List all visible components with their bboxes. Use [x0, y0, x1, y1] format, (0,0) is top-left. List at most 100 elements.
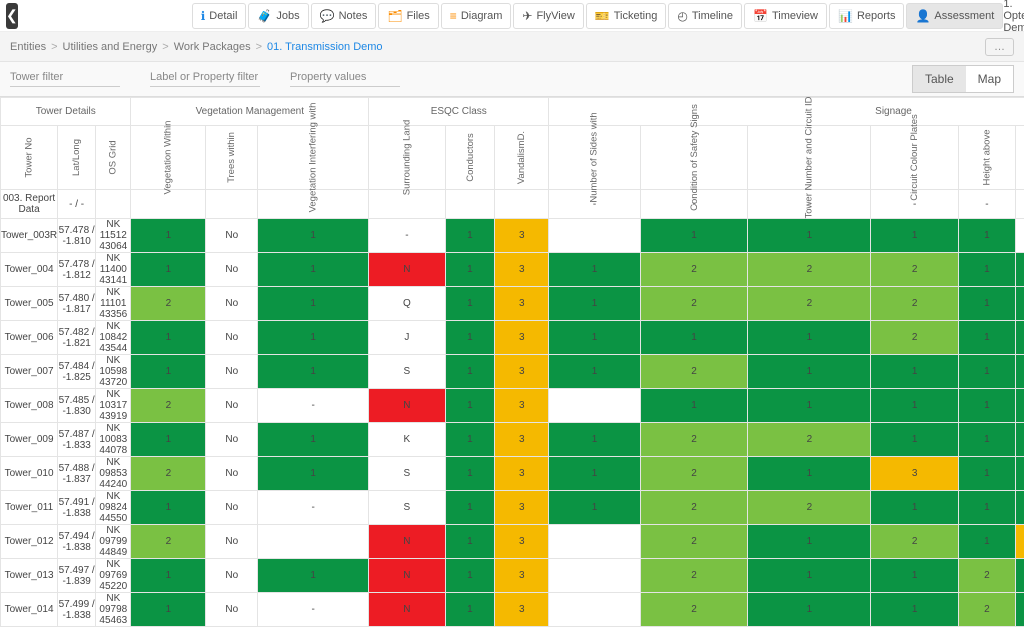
cell[interactable]: S — [369, 457, 446, 491]
cell[interactable]: 1 — [1015, 389, 1024, 423]
cell[interactable]: 1 — [748, 389, 871, 423]
table-row[interactable]: Tower_01457.499 / -1.838NK 09798 454631N… — [1, 593, 1024, 627]
cell[interactable]: 1 — [748, 559, 871, 593]
cell[interactable] — [445, 190, 495, 219]
cell[interactable]: 1 — [871, 219, 959, 253]
tower-no[interactable]: Tower_007 — [1, 355, 58, 389]
values-filter[interactable]: Property values — [290, 71, 400, 87]
cell[interactable]: 2 — [131, 525, 206, 559]
cell[interactable]: 1 — [258, 287, 369, 321]
tab-timeline[interactable]: ◴Timeline — [668, 3, 742, 29]
cell[interactable]: 2 — [640, 355, 748, 389]
cell[interactable]: 3 — [495, 389, 549, 423]
cell[interactable]: 1 — [258, 423, 369, 457]
cell[interactable]: N — [369, 389, 446, 423]
cell[interactable]: 3 — [495, 355, 549, 389]
tower-no[interactable]: Tower_005 — [1, 287, 58, 321]
cell[interactable]: 1 — [1015, 593, 1024, 627]
cell[interactable]: J — [369, 321, 446, 355]
cell[interactable] — [258, 525, 369, 559]
cell[interactable]: 3 — [1015, 525, 1024, 559]
cell[interactable]: 2 — [640, 593, 748, 627]
cell[interactable]: 1 — [258, 321, 369, 355]
cell[interactable]: 1 — [258, 559, 369, 593]
tower-no[interactable]: Tower_004 — [1, 253, 58, 287]
tab-assessment[interactable]: 👤Assessment — [906, 3, 1003, 29]
tab-notes[interactable]: 💬Notes — [311, 3, 377, 29]
cell[interactable]: N — [369, 593, 446, 627]
cell[interactable]: 2 — [131, 457, 206, 491]
cell[interactable]: 2 — [871, 321, 959, 355]
cell[interactable]: 1 — [871, 423, 959, 457]
cell[interactable]: 1 — [549, 287, 640, 321]
cell[interactable]: 2 — [748, 253, 871, 287]
cell[interactable]: 3 — [871, 457, 959, 491]
table-row[interactable]: Tower_00957.487 / -1.833NK 10083 440781N… — [1, 423, 1024, 457]
cell[interactable]: 1 — [131, 321, 206, 355]
tower-no[interactable]: Tower_012 — [1, 525, 58, 559]
cell[interactable]: 1 — [871, 491, 959, 525]
cell[interactable]: K — [369, 423, 446, 457]
cell[interactable] — [1015, 219, 1024, 253]
cell[interactable]: 1 — [445, 491, 495, 525]
table-row[interactable]: Tower_01057.488 / -1.837NK 09853 442402N… — [1, 457, 1024, 491]
cell[interactable]: 1 — [131, 491, 206, 525]
table-row[interactable]: Tower_01257.494 / -1.838NK 09799 448492N… — [1, 525, 1024, 559]
cell[interactable]: 1 — [748, 355, 871, 389]
cell[interactable]: 2 — [640, 423, 748, 457]
cell[interactable] — [206, 190, 258, 219]
cell[interactable]: 1 — [445, 253, 495, 287]
table-row[interactable]: 003. Report Data- / --------------------… — [1, 190, 1024, 219]
back-button[interactable]: ❮ — [6, 3, 18, 29]
cell[interactable]: No — [206, 457, 258, 491]
tab-reports[interactable]: 📊Reports — [829, 3, 904, 29]
cell[interactable]: 1 — [258, 457, 369, 491]
cell[interactable]: 1 — [958, 321, 1015, 355]
cell[interactable]: Q — [369, 287, 446, 321]
cell[interactable]: 2 — [871, 525, 959, 559]
cell[interactable]: No — [206, 389, 258, 423]
tab-flyview[interactable]: ✈FlyView — [513, 3, 583, 29]
cell[interactable] — [549, 219, 640, 253]
cell[interactable]: 1 — [958, 253, 1015, 287]
tower-no[interactable]: Tower_003R — [1, 219, 58, 253]
cell[interactable]: 1 — [445, 321, 495, 355]
map-view-button[interactable]: Map — [966, 66, 1013, 92]
cell[interactable]: 1 — [958, 525, 1015, 559]
cell[interactable]: S — [369, 355, 446, 389]
cell[interactable]: 1 — [445, 457, 495, 491]
table-row[interactable]: Tower_00857.485 / -1.830NK 10317 439192N… — [1, 389, 1024, 423]
cell[interactable]: 1 — [871, 593, 959, 627]
cell[interactable]: No — [206, 287, 258, 321]
cell[interactable]: 2 — [131, 389, 206, 423]
cell[interactable]: 1 — [640, 389, 748, 423]
cell[interactable]: 1 — [871, 389, 959, 423]
cell[interactable]: 1 — [549, 423, 640, 457]
more-button[interactable]: … — [985, 38, 1014, 56]
table-row[interactable]: Tower_00557.480 / -1.817NK 11101 433562N… — [1, 287, 1024, 321]
cell[interactable]: 2 — [640, 559, 748, 593]
cell[interactable]: 1 — [445, 559, 495, 593]
cell[interactable]: 1 — [131, 253, 206, 287]
cell[interactable]: No — [206, 559, 258, 593]
cell[interactable]: 3 — [495, 593, 549, 627]
tower-no[interactable]: Tower_010 — [1, 457, 58, 491]
cell[interactable]: 1 — [958, 219, 1015, 253]
cell[interactable]: 1 — [549, 355, 640, 389]
cell[interactable]: No — [206, 219, 258, 253]
tower-no[interactable]: Tower_006 — [1, 321, 58, 355]
cell[interactable]: 1 — [1015, 253, 1024, 287]
cell[interactable]: 1 — [1015, 321, 1024, 355]
tab-diagram[interactable]: ≡Diagram — [441, 3, 512, 29]
cell[interactable]: 2 — [871, 287, 959, 321]
cell[interactable]: - — [369, 219, 446, 253]
tower-no[interactable]: Tower_014 — [1, 593, 58, 627]
cell[interactable]: 1 — [445, 355, 495, 389]
cell[interactable]: 1 — [958, 457, 1015, 491]
cell[interactable]: 1 — [748, 525, 871, 559]
tab-detail[interactable]: ℹDetail — [192, 3, 247, 29]
cell[interactable]: 1 — [549, 253, 640, 287]
breadcrumb[interactable]: Work Packages — [174, 41, 251, 53]
cell[interactable]: 1 — [748, 321, 871, 355]
tower-no[interactable]: Tower_013 — [1, 559, 58, 593]
